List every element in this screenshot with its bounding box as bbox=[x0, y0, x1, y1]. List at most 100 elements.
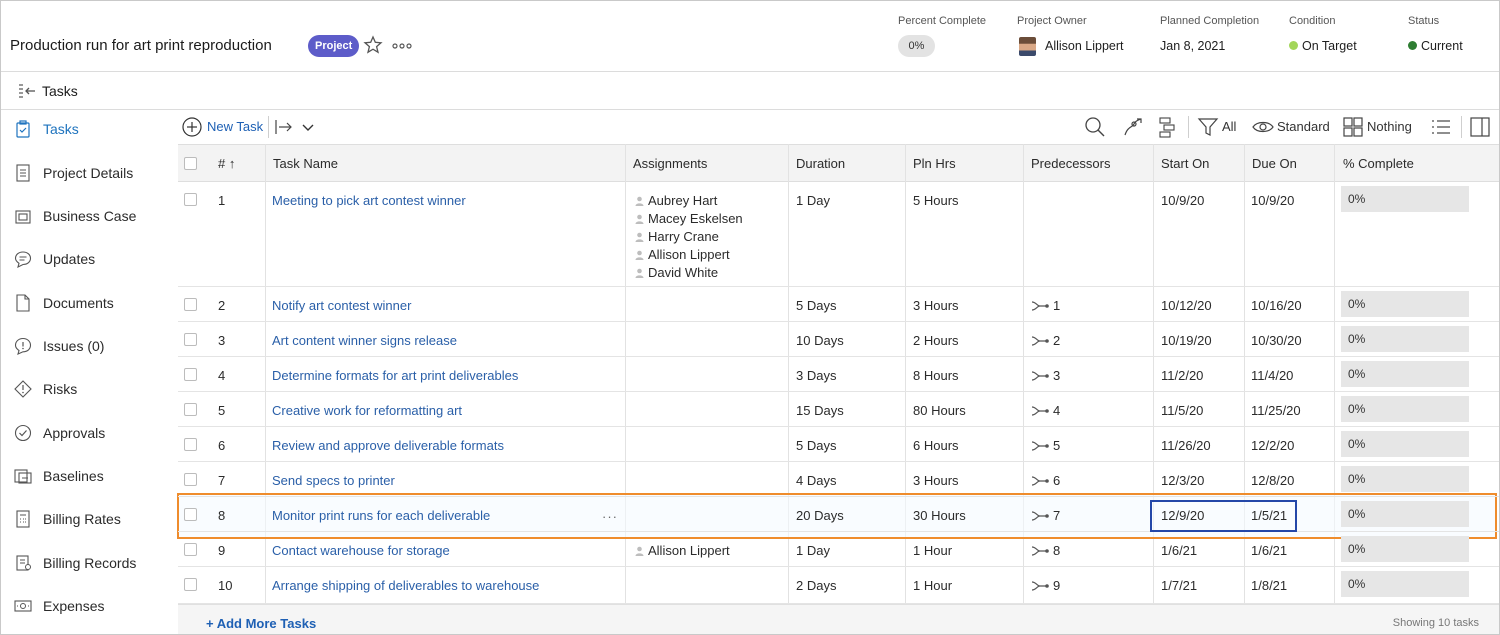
task-start-date[interactable]: 11/26/20 bbox=[1161, 438, 1211, 453]
row-checkbox[interactable] bbox=[184, 473, 197, 486]
task-duration[interactable]: 20 Days bbox=[796, 508, 844, 523]
task-percent-complete[interactable]: 0% bbox=[1341, 361, 1469, 387]
task-name-link[interactable]: Send specs to printer bbox=[272, 473, 395, 488]
task-start-date[interactable]: 11/2/20 bbox=[1161, 368, 1203, 383]
task-duration[interactable]: 1 Day bbox=[796, 543, 830, 558]
task-start-date[interactable]: 11/5/20 bbox=[1161, 403, 1203, 418]
row-checkbox[interactable] bbox=[184, 578, 197, 591]
row-checkbox[interactable] bbox=[184, 438, 197, 451]
select-all-checkbox[interactable] bbox=[184, 157, 197, 170]
task-due-date[interactable]: 12/8/20 bbox=[1251, 473, 1294, 488]
row-checkbox[interactable] bbox=[184, 333, 197, 346]
assignee[interactable]: Harry Crane bbox=[635, 229, 719, 244]
more-options-icon[interactable] bbox=[392, 41, 412, 51]
sidebar-item-project-details[interactable]: Project Details bbox=[1, 154, 178, 194]
task-name-link[interactable]: Determine formats for art print delivera… bbox=[272, 368, 518, 383]
task-percent-complete[interactable]: 0% bbox=[1341, 186, 1469, 212]
condition-value[interactable]: On Target bbox=[1289, 39, 1357, 53]
sidebar-item-billing-rates[interactable]: Billing Rates bbox=[1, 500, 178, 540]
task-start-date[interactable]: 10/12/20 bbox=[1161, 298, 1212, 313]
task-due-date[interactable]: 10/9/20 bbox=[1251, 193, 1294, 208]
row-checkbox[interactable] bbox=[184, 368, 197, 381]
column-header-planned-hours[interactable]: Pln Hrs bbox=[913, 156, 956, 171]
task-name-link[interactable]: Notify art contest winner bbox=[272, 298, 411, 313]
owner-avatar[interactable] bbox=[1019, 37, 1036, 56]
date-range-selection[interactable] bbox=[1150, 500, 1297, 532]
assignee[interactable]: David White bbox=[635, 265, 718, 280]
assignee[interactable]: Allison Lippert bbox=[635, 543, 730, 558]
task-predecessor[interactable]: 6 bbox=[1030, 473, 1060, 488]
task-duration[interactable]: 1 Day bbox=[796, 193, 830, 208]
task-percent-complete[interactable]: 0% bbox=[1341, 326, 1469, 352]
column-header-start-on[interactable]: Start On bbox=[1161, 156, 1209, 171]
row-checkbox[interactable] bbox=[184, 543, 197, 556]
sidebar-item-approvals[interactable]: Approvals bbox=[1, 414, 178, 454]
project-owner-value[interactable]: Allison Lippert bbox=[1045, 39, 1124, 53]
task-duration[interactable]: 3 Days bbox=[796, 368, 836, 383]
grouping-icon[interactable] bbox=[1342, 116, 1364, 138]
column-header-due-on[interactable]: Due On bbox=[1252, 156, 1297, 171]
grouping-value[interactable]: Nothing bbox=[1367, 119, 1412, 134]
task-planned-hours[interactable]: 6 Hours bbox=[913, 438, 959, 453]
task-start-date[interactable]: 10/9/20 bbox=[1161, 193, 1204, 208]
column-header-assignments[interactable]: Assignments bbox=[633, 156, 707, 171]
sidebar-item-business-case[interactable]: Business Case bbox=[1, 197, 178, 237]
column-header-predecessors[interactable]: Predecessors bbox=[1031, 156, 1110, 171]
task-start-date[interactable]: 12/3/20 bbox=[1161, 473, 1204, 488]
list-view-icon[interactable] bbox=[1430, 116, 1452, 138]
star-icon[interactable] bbox=[363, 35, 383, 55]
task-planned-hours[interactable]: 3 Hours bbox=[913, 298, 959, 313]
chevron-down-icon[interactable] bbox=[297, 116, 319, 138]
eye-icon[interactable] bbox=[1252, 116, 1274, 138]
sidebar-item-expenses[interactable]: Expenses bbox=[1, 587, 178, 627]
task-due-date[interactable]: 12/2/20 bbox=[1251, 438, 1294, 453]
row-checkbox[interactable] bbox=[184, 298, 197, 311]
sidebar-item-billing-records[interactable]: Billing Records bbox=[1, 544, 178, 584]
task-percent-complete[interactable]: 0% bbox=[1341, 536, 1469, 562]
task-predecessor[interactable]: 2 bbox=[1030, 333, 1060, 348]
filter-icon[interactable] bbox=[1197, 116, 1219, 138]
task-due-date[interactable]: 10/30/20 bbox=[1251, 333, 1302, 348]
task-due-date[interactable]: 1/6/21 bbox=[1251, 543, 1287, 558]
sidebar-item-tasks[interactable]: Tasks bbox=[1, 110, 178, 150]
task-due-date[interactable]: 11/4/20 bbox=[1251, 368, 1293, 383]
add-more-tasks-button[interactable]: + Add More Tasks bbox=[206, 616, 316, 631]
task-name-link[interactable]: Art content winner signs release bbox=[272, 333, 457, 348]
column-header-task-name[interactable]: Task Name bbox=[273, 156, 338, 171]
task-duration[interactable]: 5 Days bbox=[796, 298, 836, 313]
collapse-nav-icon[interactable] bbox=[18, 83, 36, 99]
task-predecessor[interactable]: 8 bbox=[1030, 543, 1060, 558]
row-checkbox[interactable] bbox=[184, 403, 197, 416]
task-predecessor[interactable]: 1 bbox=[1030, 298, 1060, 313]
task-duration[interactable]: 2 Days bbox=[796, 578, 836, 593]
row-more-options-icon[interactable]: ··· bbox=[602, 509, 618, 524]
task-planned-hours[interactable]: 5 Hours bbox=[913, 193, 959, 208]
view-value[interactable]: Standard bbox=[1277, 119, 1330, 134]
task-name-link[interactable]: Review and approve deliverable formats bbox=[272, 438, 504, 453]
task-percent-complete[interactable]: 0% bbox=[1341, 431, 1469, 457]
sidebar-item-risks[interactable]: Risks bbox=[1, 370, 178, 410]
assignee[interactable]: Aubrey Hart bbox=[635, 193, 717, 208]
task-percent-complete[interactable]: 0% bbox=[1341, 501, 1469, 527]
export-icon[interactable] bbox=[272, 116, 294, 138]
task-percent-complete[interactable]: 0% bbox=[1341, 291, 1469, 317]
sidebar-item-baselines[interactable]: Baselines bbox=[1, 457, 178, 497]
hierarchy-icon[interactable] bbox=[1156, 116, 1178, 138]
column-header-duration[interactable]: Duration bbox=[796, 156, 845, 171]
task-predecessor[interactable]: 4 bbox=[1030, 403, 1060, 418]
planned-completion-value[interactable]: Jan 8, 2021 bbox=[1160, 39, 1225, 53]
task-name-link[interactable]: Arrange shipping of deliverables to ware… bbox=[272, 578, 539, 593]
task-start-date[interactable]: 10/19/20 bbox=[1161, 333, 1212, 348]
task-name-link[interactable]: Meeting to pick art contest winner bbox=[272, 193, 466, 208]
task-percent-complete[interactable]: 0% bbox=[1341, 466, 1469, 492]
task-planned-hours[interactable]: 80 Hours bbox=[913, 403, 966, 418]
column-header-number[interactable]: # ↑ bbox=[218, 156, 235, 171]
task-planned-hours[interactable]: 3 Hours bbox=[913, 473, 959, 488]
task-name-link[interactable]: Monitor print runs for each deliverable bbox=[272, 508, 490, 523]
column-header-percent-complete[interactable]: % Complete bbox=[1343, 156, 1414, 171]
task-duration[interactable]: 15 Days bbox=[796, 403, 844, 418]
task-planned-hours[interactable]: 2 Hours bbox=[913, 333, 959, 348]
panel-toggle-icon[interactable] bbox=[1469, 116, 1491, 138]
task-predecessor[interactable]: 9 bbox=[1030, 578, 1060, 593]
task-predecessor[interactable]: 3 bbox=[1030, 368, 1060, 383]
